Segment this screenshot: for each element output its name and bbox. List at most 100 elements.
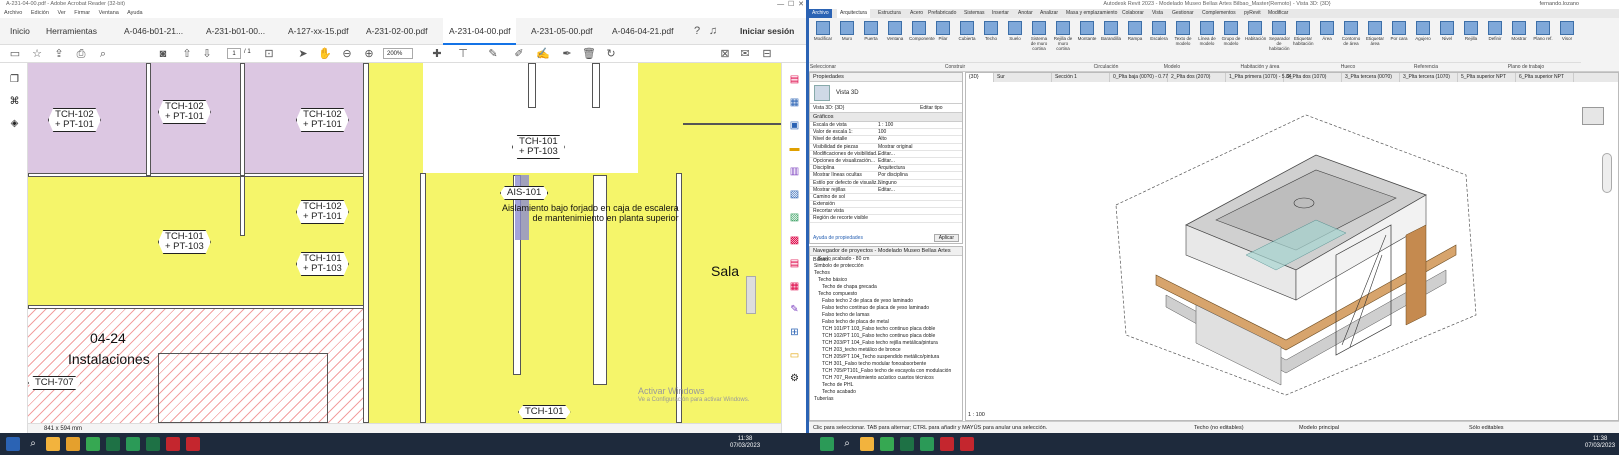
ribbon-button-3[interactable]: Ventana (885, 21, 905, 41)
status-selection[interactable]: Sólo editables (1469, 422, 1504, 433)
browser-item[interactable]: TCH 203/PT 104_Falso techo rejilla metál… (810, 340, 962, 347)
property-row[interactable]: Camino de sol (810, 194, 962, 202)
combine-icon[interactable]: ▥ (788, 165, 801, 178)
tab-doc-2[interactable]: A-231-b01-00... (200, 18, 271, 45)
ceiling-tag[interactable]: TCH-101 (518, 405, 571, 419)
save-icon[interactable]: ▭ (8, 47, 22, 61)
help-icon[interactable]: ? (690, 24, 704, 38)
browser-item[interactable]: TCH 301_Falso techo modular fonoabsorben… (810, 361, 962, 368)
ribbon-button-12[interactable]: Barandilla (1101, 21, 1121, 41)
ribbon-button-26[interactable]: Nivel (1437, 21, 1457, 41)
drawing-scrollbar[interactable] (746, 276, 756, 314)
apply-button[interactable]: Aplicar (933, 234, 959, 242)
view-tab[interactable]: 0_Plta baja (00?0) - 0.77 (1110, 73, 1168, 82)
property-row[interactable]: Opciones de visualización... Editar... (810, 158, 962, 166)
search-icon[interactable]: ⌕ (26, 437, 40, 451)
property-row[interactable]: Modificaciones de visibilidad... Editar..… (810, 151, 962, 158)
highlight-icon[interactable]: ✍ (536, 47, 550, 61)
menu-edicion[interactable]: Edición (31, 10, 49, 16)
comment-icon[interactable]: ✎ (486, 47, 500, 61)
tab-doc-1[interactable]: A-046-b01-21... (118, 18, 189, 45)
graphics-section[interactable]: Gráficos (810, 113, 962, 122)
property-row[interactable]: Estilo por defecto de visualiz... Ninguno (810, 180, 962, 187)
hand-icon[interactable]: ✋ (318, 47, 332, 61)
view-3d-area[interactable]: {3D} Sur Sección 1 0_Plta baja (00?0) - 0.7… (965, 72, 1619, 421)
acrobat-icon-2[interactable] (940, 437, 954, 451)
ceiling-tag[interactable]: TCH-102 + PT-101 (158, 100, 211, 124)
stamp-panel-icon[interactable]: ▭ (788, 349, 801, 362)
ribbon-button-9[interactable]: Sistema de muro cortina (1029, 21, 1049, 51)
pages-icon[interactable]: ❐ (8, 73, 21, 86)
edit-type-button[interactable]: Editar tipo (920, 104, 943, 113)
ribbon-tab-arquitectura[interactable]: Arquitectura (837, 9, 870, 18)
ceiling-tag[interactable]: TCH-102 + PT-101 (48, 108, 101, 132)
ribbon-button-15[interactable]: Texto de modelo (1173, 21, 1193, 46)
ribbon-button-2[interactable]: Puerta (861, 21, 881, 41)
ribbon-tab-sistemas[interactable]: Sistemas (961, 9, 988, 18)
browser-item[interactable]: TCH 705/PT101_Falso techo de escayola co… (810, 368, 962, 375)
chrome-icon-2[interactable] (880, 437, 894, 451)
menu-archivo[interactable]: Archivo (4, 10, 22, 16)
folder-icon[interactable] (66, 437, 80, 451)
browser-item[interactable]: TCH 101/PT 103_Falso techo continuo plac… (810, 326, 962, 333)
ceiling-tag[interactable]: TCH-707 (28, 376, 81, 390)
tab-doc-6[interactable]: A-231-05-00.pdf (525, 18, 598, 45)
ribbon-button-13[interactable]: Rampa (1125, 21, 1145, 41)
view-tab[interactable]: 2_Plta dos (2070) (1168, 73, 1226, 82)
property-value[interactable]: Ninguno (878, 180, 897, 186)
redact-icon[interactable]: ▦ (788, 280, 801, 293)
property-row[interactable]: Recortar vista (810, 208, 962, 216)
browser-item[interactable]: Falso techo de placa de metal (810, 319, 962, 326)
ribbon-button-23[interactable]: Etiquetar área (1365, 21, 1385, 46)
type-selector[interactable]: Vista 3D (836, 90, 859, 96)
compress-icon[interactable]: ▤ (788, 257, 801, 270)
ribbon-button-6[interactable]: Cubierta (957, 21, 977, 41)
ribbon-button-18[interactable]: Habitación (1245, 21, 1266, 41)
browser-item[interactable]: Suelo acabado - 80 cm (810, 256, 962, 263)
explorer-icon-2[interactable] (860, 437, 874, 451)
user-name[interactable]: fernando.lozano (1540, 1, 1579, 7)
browser-item[interactable]: Techos (810, 270, 962, 277)
ribbon-button-29[interactable]: Mostrar (1509, 21, 1529, 41)
zoom-out-icon[interactable]: ⊖ (340, 47, 354, 61)
ribbon-tab-modificar[interactable]: Modificar (1265, 9, 1291, 18)
clock-right[interactable]: 11:38 07/03/2023 (1585, 436, 1615, 450)
ribbon-button-31[interactable]: Visor (1557, 21, 1577, 41)
browser-item[interactable]: Techo básico (810, 277, 962, 284)
fit-page-icon[interactable]: ⊡ (262, 47, 276, 61)
search-icon-2[interactable]: ⌕ (840, 437, 854, 451)
ribbon-button-7[interactable]: Techo (981, 21, 1001, 41)
property-row[interactable]: Escala de vista 1 : 100 (810, 122, 962, 130)
tab-doc-7[interactable]: A-046-04-21.pdf (606, 18, 679, 45)
ribbon-button-19[interactable]: Separador de habitación (1269, 21, 1290, 51)
zoom-search-icon[interactable]: ⌕ (96, 47, 110, 61)
zoom-in-icon[interactable]: ⊕ (362, 47, 376, 61)
page-number-input[interactable]: 1 (227, 48, 241, 59)
attachment-icon[interactable]: ⌘ (8, 95, 21, 108)
mail-icon[interactable]: ✉ (738, 47, 752, 61)
comment-panel-icon[interactable]: ▬ (788, 142, 801, 155)
browser-item[interactable]: Simbolo de protección (810, 263, 962, 270)
signin-button[interactable]: Iniciar sesión (734, 18, 800, 45)
browser-item[interactable]: Techo de PHL (810, 382, 962, 389)
ribbon-button-30[interactable]: Plano ref. (1533, 21, 1553, 41)
ribbon-tab-acero[interactable]: Acero (907, 9, 926, 18)
ribbon-button-8[interactable]: Suelo (1005, 21, 1025, 41)
browser-item[interactable]: Techo compuesto (810, 291, 962, 298)
fill-sign-panel-icon[interactable]: ✎ (788, 303, 801, 316)
excel-icon-3[interactable] (900, 437, 914, 451)
property-value[interactable]: 100 (878, 129, 886, 135)
tab-doc-active[interactable]: A-231-04-00.pdf (443, 18, 517, 45)
protect-icon[interactable]: ▩ (788, 234, 801, 247)
app-icon[interactable] (126, 437, 140, 451)
view-scale[interactable]: 1 : 100 (968, 412, 985, 418)
browser-item[interactable]: TCH 707_Revestimiento acústico cuartos t… (810, 375, 962, 382)
chrome-icon[interactable] (86, 437, 100, 451)
property-value[interactable]: Editar... (878, 158, 895, 164)
ribbon-tab-pyrevit[interactable]: pyRevit (1241, 9, 1264, 18)
pointer-icon[interactable]: ➤ (296, 47, 310, 61)
view-tab[interactable]: 1_Plta primera (1070) - 5.84 (1226, 73, 1292, 82)
ceiling-tag[interactable]: TCH-101 + PT-103 (512, 135, 565, 159)
tab-herramientas[interactable]: Herramientas (40, 18, 103, 45)
app-icon-2[interactable] (920, 437, 934, 451)
